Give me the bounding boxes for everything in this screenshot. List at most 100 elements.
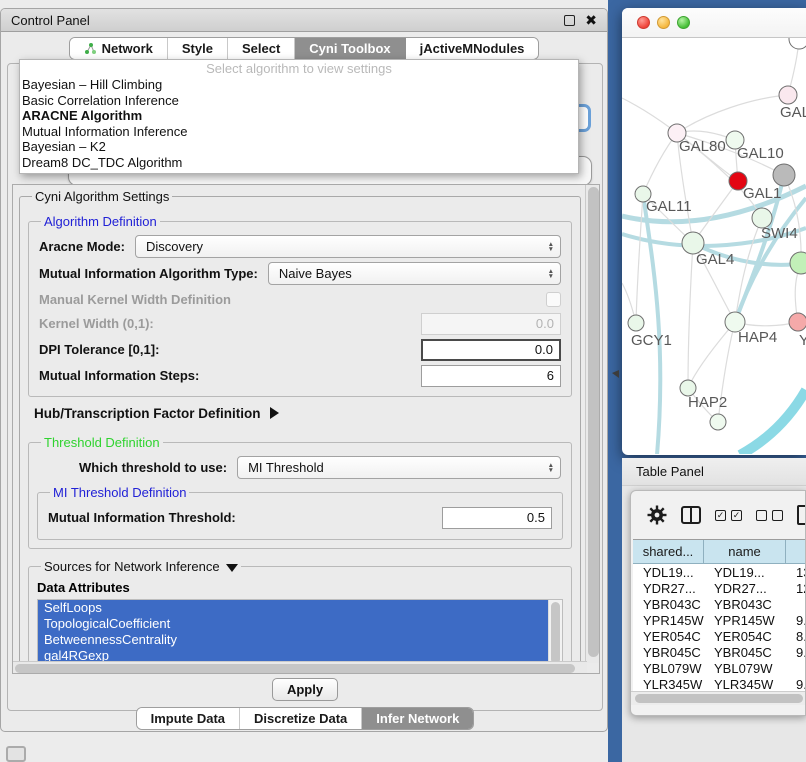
bottom-tab-infer-network[interactable]: Infer Network [362, 708, 473, 729]
checked-checkbox-icon: ✓ [715, 510, 726, 521]
algorithm-option-mutual-information-inference[interactable]: Mutual Information Inference [20, 124, 578, 140]
network-edge[interactable] [643, 133, 677, 194]
bottom-tab-impute-data[interactable]: Impute Data [137, 708, 240, 729]
table-settings-button[interactable] [647, 505, 667, 525]
table-cell: 9. [786, 677, 805, 692]
network-edge[interactable] [677, 95, 788, 133]
network-node[interactable] [773, 164, 795, 186]
tab-select[interactable]: Select [228, 38, 295, 59]
network-node-label: SWI4 [761, 225, 798, 242]
table-row[interactable]: YDL19...YDL19...13 [633, 564, 805, 580]
window-zoom-traffic-light[interactable] [677, 16, 690, 29]
table-cell: 9. [786, 613, 805, 628]
settings-vertical-scrollbar[interactable] [585, 185, 599, 663]
select-all-rows-button[interactable]: ✓ ✓ [715, 510, 742, 521]
sources-legend[interactable]: Sources for Network Inference [41, 559, 241, 574]
tab-cyni-toolbox[interactable]: Cyni Toolbox [295, 38, 405, 59]
control-panel-window: Control Panel ✖ NetworkStyleSelectCyni T… [0, 8, 608, 732]
window-close-traffic-light[interactable] [637, 16, 650, 29]
deselect-all-rows-button[interactable] [756, 510, 783, 521]
which-threshold-select[interactable]: MI Threshold ▲▼ [237, 456, 561, 479]
mi-type-select[interactable]: Naive Bayes ▲▼ [268, 262, 561, 285]
table-row[interactable]: YDR27...YDR27...12 [633, 580, 805, 596]
network-node[interactable] [789, 38, 806, 49]
tab-style[interactable]: Style [168, 38, 228, 59]
tab-label: Network [102, 41, 153, 56]
manual-kernel-label: Manual Kernel Width Definition [39, 292, 231, 307]
docked-panel-icon[interactable] [6, 746, 26, 762]
network-edge[interactable] [643, 194, 660, 454]
attribute-item-topologicalcoefficient[interactable]: TopologicalCoefficient [38, 616, 548, 632]
column-header-name[interactable]: name [704, 540, 786, 563]
data-attributes-list[interactable]: SelfLoopsTopologicalCoefficientBetweenne… [37, 599, 563, 663]
mi-type-label: Mutual Information Algorithm Type: [39, 266, 258, 281]
settings-horizontal-scrollbar[interactable] [13, 661, 587, 673]
window-close-icon[interactable]: ✖ [585, 15, 597, 26]
table-row[interactable]: YER054CYER054C8. [633, 628, 805, 644]
table-row[interactable]: YBR045CYBR045C9. [633, 644, 805, 660]
bottom-tab-discretize-data[interactable]: Discretize Data [240, 708, 362, 729]
algorithm-option-dream8-dc-tdc-algorithm[interactable]: Dream8 DC_TDC Algorithm [20, 155, 578, 171]
algorithm-option-aracne-algorithm[interactable]: ARACNE Algorithm [20, 108, 578, 124]
mi-steps-input[interactable] [421, 365, 561, 387]
attributes-list-scrollbar[interactable] [548, 600, 562, 663]
network-edge[interactable] [740, 390, 806, 454]
table-cell: YPR145W [633, 613, 704, 628]
network-node-gcy1[interactable] [628, 315, 644, 331]
which-threshold-row: Which threshold to use: MI Threshold ▲▼ [37, 454, 563, 481]
network-edge[interactable] [636, 194, 643, 323]
table-row[interactable]: YPR145WYPR145W9. [633, 612, 805, 628]
table-cell: YDL19... [704, 565, 786, 580]
columns-icon [681, 506, 701, 524]
apply-button[interactable]: Apply [272, 678, 338, 701]
table-cell: YER054C [704, 629, 786, 644]
mi-threshold-group: MI Threshold Definition Mutual Informati… [37, 485, 563, 540]
network-graph-canvas[interactable]: GALGAL80GAL10GAL1GAL11SWI4GAL4GCY1HAP4YH… [622, 38, 806, 454]
table-cell: 9. [786, 645, 805, 660]
table-horizontal-scrollbar[interactable] [631, 691, 806, 705]
tab-network[interactable]: Network [70, 38, 168, 59]
document-icon [797, 505, 806, 525]
table-panel-dock: Table Panel [622, 458, 806, 762]
table-row[interactable]: YBR043CYBR043C [633, 596, 805, 612]
expander-expanded-icon [226, 564, 238, 572]
table-cell: YER054C [633, 629, 704, 644]
algorithm-option-basic-correlation-inference[interactable]: Basic Correlation Inference [20, 93, 578, 109]
column-header-a[interactable]: A [786, 540, 805, 563]
bottom-tab-label: Discretize Data [254, 711, 347, 726]
network-node-gal[interactable] [779, 86, 797, 104]
network-edge[interactable] [688, 243, 693, 388]
tab-jactivemnodules[interactable]: jActiveMNodules [406, 38, 539, 59]
settings-scroll-viewport: Cyni Algorithm Settings Algorithm Defini… [12, 184, 600, 674]
table-row[interactable]: YBL079WYBL079W [633, 660, 805, 676]
aracne-mode-value: Discovery [146, 239, 203, 254]
kernel-width-input[interactable] [421, 313, 561, 335]
network-edge[interactable] [622, 98, 677, 133]
mi-steps-row: Mutual Information Steps: [37, 363, 563, 388]
aracne-mode-select[interactable]: Discovery ▲▼ [135, 235, 561, 258]
network-node-y[interactable] [789, 313, 806, 331]
attribute-item-betweennesscentrality[interactable]: BetweennessCentrality [38, 632, 548, 648]
table-columns-button[interactable] [681, 506, 701, 524]
attribute-item-selfloops[interactable]: SelfLoops [38, 600, 548, 616]
network-node-label: HAP4 [738, 329, 777, 346]
manual-kernel-checkbox[interactable] [546, 292, 561, 307]
hub-definition-expander[interactable]: Hub/Transcription Factor Definition [28, 399, 572, 427]
node-attribute-table[interactable]: shared...nameA YDL19...YDL19...13YDR27..… [633, 539, 805, 691]
algorithm-option-bayesian-k2[interactable]: Bayesian – K2 [20, 139, 578, 155]
column-header-shared[interactable]: shared... [633, 540, 704, 563]
table-row[interactable]: YLR345WYLR345W9. [633, 676, 805, 691]
network-node[interactable] [790, 252, 806, 274]
network-node-label: GAL80 [679, 138, 726, 155]
bottom-tab-label: Impute Data [151, 711, 225, 726]
table-cell: YDL19... [633, 565, 704, 580]
table-export-button[interactable] [797, 505, 806, 525]
table-cell: 8. [786, 629, 805, 644]
algorithm-option-bayesian-hill-climbing[interactable]: Bayesian – Hill Climbing [20, 77, 578, 93]
network-node[interactable] [710, 414, 726, 430]
mi-threshold-input[interactable] [442, 507, 552, 529]
network-window-titlebar [622, 8, 806, 38]
window-minimize-traffic-light[interactable] [657, 16, 670, 29]
window-float-icon[interactable] [564, 15, 575, 26]
dpi-tolerance-input[interactable] [421, 339, 561, 361]
